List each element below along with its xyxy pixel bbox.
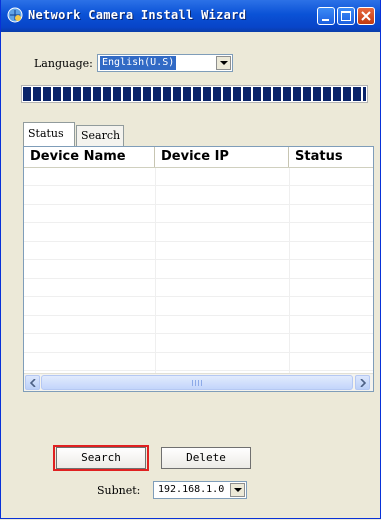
list-header: Device Name Device IP Status: [24, 147, 373, 168]
subnet-label: Subnet:: [97, 484, 141, 497]
maximize-button[interactable]: [337, 7, 355, 25]
language-label: Language:: [34, 57, 93, 70]
list-row[interactable]: [24, 224, 373, 242]
close-icon: [361, 11, 371, 21]
language-dropdown-button[interactable]: [216, 56, 231, 70]
grip-icon: [192, 380, 204, 386]
app-icon: [7, 7, 23, 23]
device-list[interactable]: Device Name Device IP Status: [23, 146, 374, 392]
maximize-icon: [341, 11, 351, 21]
column-divider: [155, 168, 156, 373]
scroll-left-button[interactable]: [25, 375, 40, 390]
language-value: English(U.S): [100, 56, 177, 70]
list-row[interactable]: [24, 335, 373, 353]
search-button[interactable]: Search: [56, 447, 146, 469]
list-row[interactable]: [24, 261, 373, 279]
list-rows: [24, 168, 373, 373]
delete-button[interactable]: Delete: [161, 447, 251, 469]
language-select[interactable]: English(U.S): [97, 54, 233, 72]
list-row[interactable]: [24, 168, 373, 186]
column-header-device-name[interactable]: Device Name: [24, 147, 155, 167]
list-row[interactable]: [24, 187, 373, 205]
list-row[interactable]: [24, 298, 373, 316]
chevron-down-icon: [234, 488, 242, 492]
list-row[interactable]: [24, 242, 373, 260]
scroll-thumb[interactable]: [41, 375, 353, 390]
installer-window: Network Camera Install Wizard Language: …: [0, 0, 381, 519]
arrow-left-icon: [30, 379, 36, 387]
list-row[interactable]: [24, 279, 373, 297]
install-progress-bar: [21, 85, 368, 103]
scroll-right-button[interactable]: [355, 375, 370, 390]
progress-fill: [23, 87, 366, 101]
chevron-down-icon: [220, 61, 228, 65]
tab-search[interactable]: Search: [76, 125, 124, 146]
close-button[interactable]: [357, 7, 375, 25]
subnet-select[interactable]: 192.168.1.0: [153, 481, 247, 499]
column-header-status[interactable]: Status: [289, 147, 373, 167]
minimize-button[interactable]: [317, 7, 335, 25]
window-title: Network Camera Install Wizard: [28, 8, 247, 22]
minimize-icon: [322, 19, 329, 21]
list-row[interactable]: [24, 205, 373, 223]
list-row[interactable]: [24, 316, 373, 334]
horizontal-scrollbar[interactable]: [24, 373, 373, 391]
tab-status[interactable]: Status: [23, 122, 75, 146]
column-divider: [289, 168, 290, 373]
subnet-dropdown-button[interactable]: [230, 483, 245, 497]
column-header-device-ip[interactable]: Device IP: [155, 147, 289, 167]
arrow-right-icon: [360, 379, 366, 387]
title-bar[interactable]: Network Camera Install Wizard: [1, 0, 380, 32]
subnet-value: 192.168.1.0: [158, 484, 225, 495]
list-row[interactable]: [24, 353, 373, 371]
